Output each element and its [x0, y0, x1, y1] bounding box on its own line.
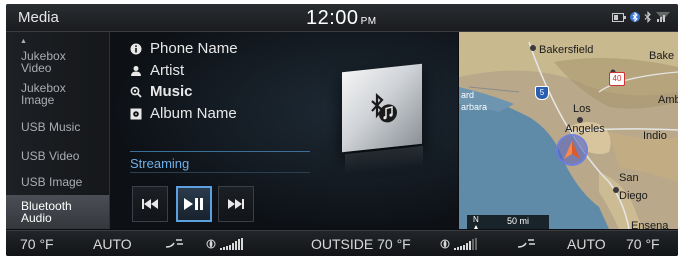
- north-indicator: N: [473, 215, 479, 224]
- driver-temp[interactable]: 70 °F: [20, 236, 54, 252]
- map-label-ensena: Ensena: [631, 220, 669, 229]
- phone-name: Phone Name: [150, 40, 238, 57]
- current-location-marker: [556, 134, 588, 166]
- divider-line: [130, 151, 310, 152]
- bluetooth-music-icon: [371, 92, 397, 123]
- map-label-los: Los: [573, 103, 591, 115]
- sidebar-item-label: Jukebox Video: [21, 49, 66, 75]
- fan-speed-icon-right: [440, 238, 477, 250]
- track-row: Music: [130, 83, 193, 100]
- highway-shield-5: 5: [535, 86, 549, 100]
- north-arrow-icon: [474, 225, 478, 229]
- sidebar-item-label: USB Image: [21, 175, 83, 189]
- passenger-temp[interactable]: 70 °F: [626, 236, 660, 252]
- status-bar: Media 12:00 PM: [6, 4, 678, 32]
- person-icon: [131, 65, 141, 76]
- phone-name-row: Phone Name: [130, 40, 238, 57]
- album-name: Album Name: [150, 105, 237, 122]
- divider-line: [130, 172, 310, 173]
- map-label-bakersfield: Bakersfield: [539, 44, 594, 56]
- navigation-arrow-icon: [564, 141, 580, 159]
- map-label-diego: Diego: [619, 190, 648, 202]
- music-search-icon: [130, 86, 142, 98]
- artist-row: Artist: [130, 62, 184, 79]
- infotainment-screen: Media 12:00 PM ▲ Jukebox Video Jukebox Im…: [6, 4, 678, 256]
- sidebar-item-jukebox-image[interactable]: Jukebox Image: [21, 82, 66, 106]
- map-label-ard: ard: [461, 90, 475, 100]
- source-status: Streaming: [130, 156, 190, 171]
- now-playing-panel: Phone Name Artist Music Album Name Strea…: [110, 32, 458, 229]
- skip-forward-icon: [228, 199, 244, 209]
- clock: 12:00 PM: [306, 7, 377, 30]
- driver-auto-mode[interactable]: AUTO: [93, 236, 132, 252]
- sidebar-item-usb-music[interactable]: USB Music: [21, 121, 80, 133]
- sidebar-item-label: USB Music: [21, 120, 81, 134]
- artist-name: Artist: [150, 62, 185, 79]
- highway-shield-40: 40: [609, 72, 625, 86]
- skip-back-icon: [142, 199, 158, 209]
- play-pause-button[interactable]: [176, 186, 212, 222]
- previous-button[interactable]: [132, 186, 168, 222]
- sidebar-item-jukebox-video[interactable]: Jukebox Video: [21, 50, 66, 74]
- climate-bar: 70 °F AUTO OUTSIDE 70 °F AUTO 70 °F: [6, 230, 678, 256]
- map-label-indio: Indio: [643, 130, 667, 142]
- sidebar-item-bluetooth-audio[interactable]: Bluetooth Audio: [21, 200, 72, 224]
- status-icons: [612, 11, 670, 23]
- info-icon: [130, 43, 142, 54]
- airflow-icon-right: [517, 239, 535, 248]
- album-art: [342, 63, 422, 153]
- sidebar-item-label: Bluetooth Audio: [21, 199, 72, 225]
- navigation-map[interactable]: Bakersfield Bake Los Angeles Indio San D…: [459, 32, 678, 229]
- album-icon: [130, 108, 142, 119]
- sidebar-item-usb-image[interactable]: USB Image: [21, 176, 82, 188]
- clock-ampm: PM: [360, 16, 377, 27]
- album-row: Album Name: [130, 105, 237, 122]
- passenger-auto-mode[interactable]: AUTO: [567, 236, 606, 252]
- track-title: Music: [150, 83, 193, 100]
- sidebar-item-label: USB Video: [21, 149, 80, 163]
- outside-temp: OUTSIDE 70 °F: [311, 236, 411, 252]
- fan-speed-icon: [206, 238, 243, 250]
- sidebar-item-usb-video[interactable]: USB Video: [21, 150, 79, 162]
- sidebar-item-label: Jukebox Image: [21, 81, 66, 107]
- bluetooth-icon: [644, 11, 651, 23]
- map-label-arbara: arbara: [461, 102, 488, 112]
- play-pause-icon: [184, 198, 203, 210]
- scroll-up-icon[interactable]: ▲: [20, 38, 27, 45]
- next-button[interactable]: [218, 186, 254, 222]
- battery-icon: [612, 12, 626, 22]
- scale-distance: 50 mi: [507, 216, 530, 226]
- map-label-bake: Bake: [649, 50, 675, 62]
- map-label-ambo: Ambo: [658, 94, 678, 106]
- app-title[interactable]: Media: [18, 9, 59, 26]
- signal-icon: [656, 12, 670, 22]
- map-label-san: San: [619, 172, 639, 184]
- airflow-icon: [165, 239, 183, 248]
- clock-time: 12:00: [306, 7, 359, 29]
- map-scale: N 50 mi: [467, 215, 549, 229]
- media-source-menu: ▲ Jukebox Video Jukebox Image USB Music …: [6, 32, 110, 229]
- bluetooth-audio-icon: [630, 11, 640, 23]
